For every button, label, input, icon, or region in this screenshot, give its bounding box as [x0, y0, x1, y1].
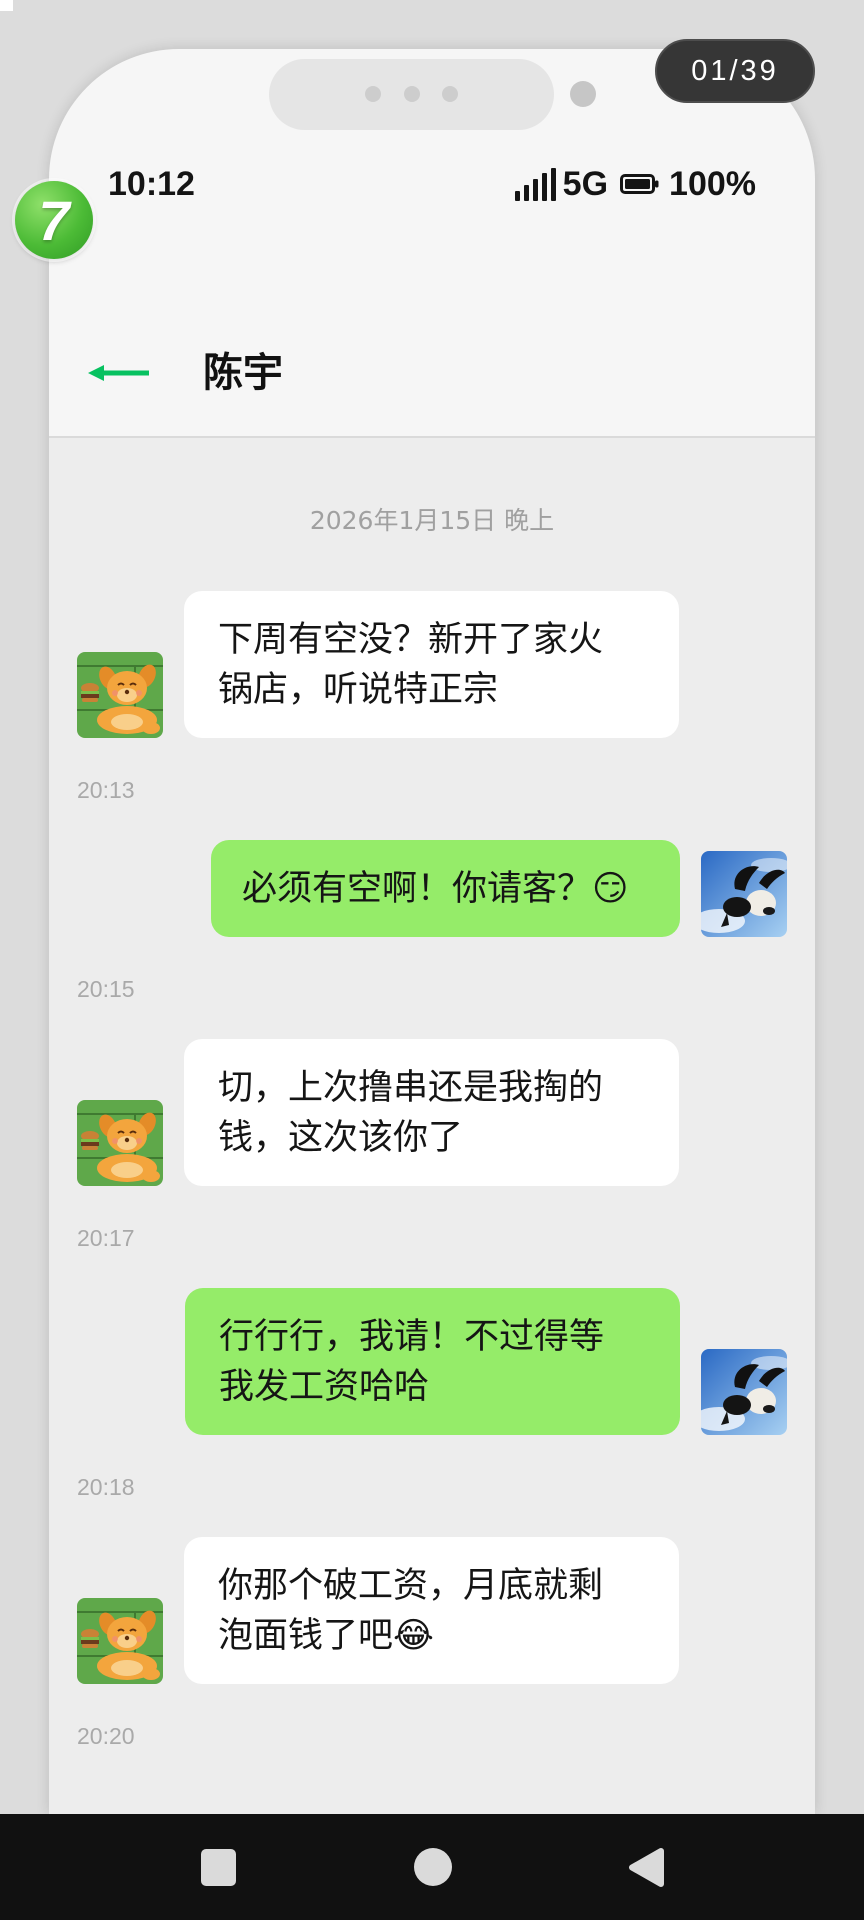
message-text: 行行行，我请！不过得等我发工资哈哈	[219, 1316, 605, 1407]
front-camera	[570, 81, 596, 107]
sensor-dot	[404, 86, 420, 102]
message-timestamp: 20:15	[77, 976, 135, 1002]
sensor-dot	[365, 86, 381, 102]
message-timestamp: 20:18	[77, 1474, 135, 1500]
triangle-back-icon	[629, 1848, 664, 1887]
contact-avatar[interactable]	[77, 1598, 163, 1684]
message-bubble-sent[interactable]: 必须有空啊！你请客？😏	[211, 840, 680, 937]
corner-mark	[0, 0, 13, 11]
system-back-button[interactable]	[628, 1847, 665, 1888]
message-row-sent: 行行行，我请！不过得等我发工资哈哈	[49, 1288, 815, 1435]
recents-button[interactable]	[201, 1849, 236, 1886]
dynamic-island	[269, 59, 554, 130]
message-text: 切，上次撸串还是我掏的钱，这次该你了	[218, 1067, 604, 1158]
square-icon	[201, 1849, 236, 1886]
message-bubble-received[interactable]: 切，上次撸串还是我掏的钱，这次该你了	[184, 1039, 679, 1186]
my-avatar[interactable]	[701, 851, 787, 937]
message-text: 必须有空啊！你请客？😏	[242, 868, 629, 909]
circle-icon	[414, 1848, 452, 1886]
message-text: 你那个破工资，月底就剩泡面钱了吧😂	[218, 1565, 604, 1656]
my-avatar[interactable]	[701, 1349, 787, 1435]
chat-title: 陈宇	[203, 350, 283, 396]
message-list[interactable]: 2026年1月15日 晚上 下周有空没？新开了家火锅店，听说特正宗 20:13 …	[49, 438, 815, 1814]
message-timestamp: 20:20	[77, 1723, 135, 1749]
message-row-received: 切，上次撸串还是我掏的钱，这次该你了	[49, 1039, 815, 1186]
message-row-received: 下周有空没？新开了家火锅店，听说特正宗	[49, 591, 815, 738]
message-timestamp: 20:17	[77, 1225, 135, 1251]
home-button[interactable]	[414, 1848, 452, 1886]
message-bubble-received[interactable]: 你那个破工资，月底就剩泡面钱了吧😂	[184, 1537, 679, 1684]
system-nav-bar	[0, 1814, 864, 1920]
arrow-left-icon	[88, 365, 149, 381]
logo-mark: 7	[38, 188, 70, 252]
message-bubble-sent[interactable]: 行行行，我请！不过得等我发工资哈哈	[185, 1288, 680, 1435]
back-button[interactable]	[88, 365, 149, 381]
message-bubble-received[interactable]: 下周有空没？新开了家火锅店，听说特正宗	[184, 591, 679, 738]
page-counter: 01/39	[655, 39, 815, 103]
message-row-received: 你那个破工资，月底就剩泡面钱了吧😂	[49, 1537, 815, 1684]
message-row-sent: 必须有空啊！你请客？😏	[49, 840, 815, 937]
message-timestamp: 20:13	[77, 777, 135, 803]
chat-header: 陈宇	[49, 144, 815, 438]
sensor-dot	[442, 86, 458, 102]
date-separator: 2026年1月15日 晚上	[309, 506, 555, 535]
app-logo: 7	[15, 181, 93, 259]
contact-avatar[interactable]	[77, 1100, 163, 1186]
phone-frame: 10:12 5G 100% 陈宇 2026年1月15日 晚上 下周有空没？新开了…	[49, 49, 815, 1814]
message-text: 下周有空没？新开了家火锅店，听说特正宗	[218, 619, 604, 710]
contact-avatar[interactable]	[77, 652, 163, 738]
